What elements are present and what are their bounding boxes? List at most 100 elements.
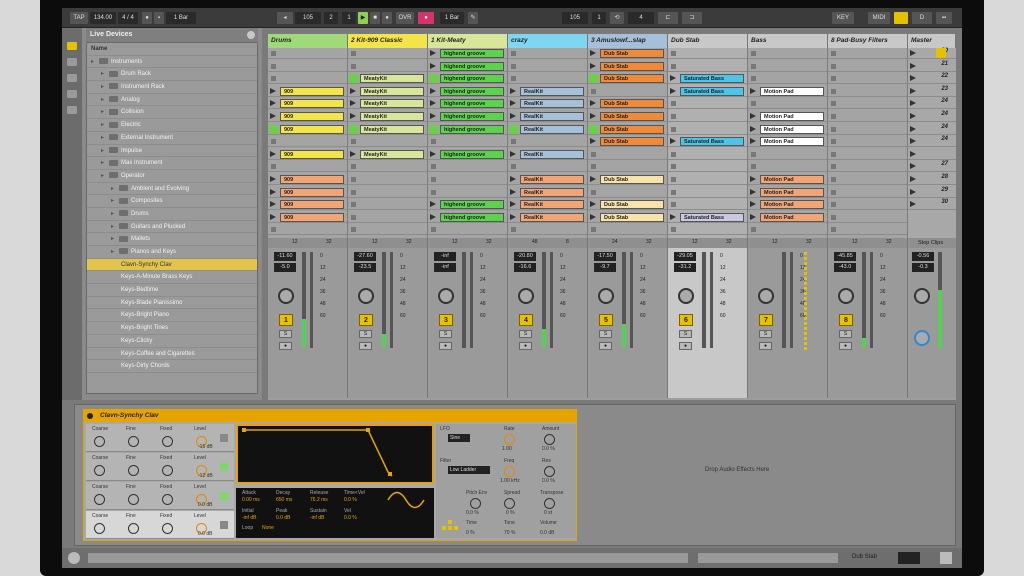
clip-slot[interactable]: Motion Pad: [748, 124, 827, 135]
clip-slot[interactable]: Saturated Bass: [668, 136, 747, 148]
browser-column-header[interactable]: Name: [87, 43, 257, 56]
clip-launch-icon[interactable]: [270, 176, 276, 182]
clip-stop-icon[interactable]: [271, 227, 276, 233]
osc-param-knob[interactable]: [128, 465, 139, 476]
clip-stop-icon[interactable]: [751, 63, 756, 69]
clip-slot[interactable]: [828, 48, 907, 59]
clip[interactable]: Saturated Bass: [680, 86, 744, 96]
clip-stop-icon[interactable]: [511, 139, 516, 145]
clip-launch-icon[interactable]: [270, 87, 276, 94]
master-header[interactable]: Master: [908, 34, 956, 48]
clip-stop-icon[interactable]: [671, 114, 676, 119]
solo-button[interactable]: S: [839, 330, 852, 338]
nudge-back-icon[interactable]: ◂: [277, 12, 293, 24]
clip[interactable]: 909: [280, 187, 344, 197]
clip-slot[interactable]: MeatyKit: [348, 86, 427, 97]
cue-volume-knob[interactable]: [914, 330, 930, 346]
clip-stop-icon[interactable]: [351, 139, 356, 145]
clip-slot[interactable]: Dub Stab: [588, 111, 667, 122]
clip-slot[interactable]: [428, 224, 507, 236]
position-sixteenth[interactable]: 1: [342, 12, 356, 24]
clip-slot[interactable]: [268, 161, 347, 173]
clip[interactable]: RealKit: [520, 99, 584, 109]
clip-slot[interactable]: MeatyKit: [348, 111, 427, 122]
clip-stop-icon[interactable]: [831, 139, 836, 145]
clip-launch-icon[interactable]: [430, 87, 436, 94]
clip-slot[interactable]: [828, 136, 907, 148]
clip-slot[interactable]: [348, 161, 427, 173]
scene-slot[interactable]: 22: [908, 73, 956, 85]
clip-slot[interactable]: Dub Stab: [588, 124, 667, 135]
clip-slot[interactable]: Motion Pad: [748, 136, 827, 148]
env-param-value[interactable]: -inf dB: [242, 515, 256, 521]
clip-stop-icon[interactable]: [831, 126, 836, 132]
loop-start-field[interactable]: 105: [562, 12, 588, 24]
clip-stop-icon[interactable]: [591, 151, 596, 157]
clip-stop-icon[interactable]: [671, 227, 676, 233]
scene-launch-icon[interactable]: [910, 50, 916, 56]
browser-item[interactable]: Keys-Dirty Chords: [87, 360, 257, 373]
clip-slot[interactable]: MeatyKit: [348, 149, 427, 160]
clip-stop-icon[interactable]: [511, 164, 516, 170]
clip-slot[interactable]: [588, 86, 667, 97]
volume-value[interactable]: -29.05: [674, 252, 696, 261]
arm-button[interactable]: ●: [759, 342, 772, 350]
clip[interactable]: Motion Pad: [760, 212, 824, 222]
clip-stop-icon[interactable]: [671, 126, 676, 132]
volume-value[interactable]: -45.85: [834, 252, 856, 261]
punch-out-icon[interactable]: ⊐: [682, 12, 702, 24]
clip[interactable]: Motion Pad: [760, 200, 824, 210]
solo-button[interactable]: S: [759, 330, 772, 338]
clip-launch-icon[interactable]: [590, 201, 596, 208]
clip-launch-icon[interactable]: [750, 201, 756, 208]
clip-slot[interactable]: [588, 149, 667, 160]
clip-slot[interactable]: RealKit: [508, 98, 587, 110]
stop-icon[interactable]: ■: [370, 12, 380, 24]
lfo-wave-select[interactable]: Sine: [448, 434, 470, 442]
clip-stop-icon[interactable]: [831, 151, 836, 157]
clip-slot[interactable]: 909: [268, 86, 347, 97]
plugins-icon[interactable]: [67, 58, 77, 66]
clip-launch-icon[interactable]: [670, 138, 676, 145]
lfo-rate-knob[interactable]: [504, 434, 515, 445]
clip-stop-icon[interactable]: [351, 63, 356, 69]
volume-value[interactable]: -27.60: [354, 252, 376, 261]
clip-slot[interactable]: Motion Pad: [748, 86, 827, 97]
scene-slot[interactable]: 28: [908, 174, 956, 185]
clip-slot[interactable]: [428, 136, 507, 148]
clip-slot[interactable]: RealKit: [508, 111, 587, 122]
volume-value[interactable]: -inf: [434, 252, 456, 261]
clip-launch-icon[interactable]: [350, 150, 356, 157]
clip[interactable]: highend groove: [440, 99, 504, 109]
clip-stop-icon[interactable]: [751, 101, 756, 107]
loop-length-field[interactable]: 4: [628, 12, 654, 24]
clip[interactable]: 909: [280, 124, 344, 134]
clip[interactable]: Dub Stab: [600, 200, 664, 210]
osc-param-knob[interactable]: [162, 523, 173, 534]
clip-stop-icon[interactable]: [351, 189, 356, 195]
clip-slot[interactable]: [428, 174, 507, 185]
stop-clips-button[interactable]: Stop Clips: [908, 240, 943, 246]
clip[interactable]: Dub Stab: [600, 99, 664, 109]
clip-slot[interactable]: [748, 73, 827, 85]
clip[interactable]: Saturated Bass: [680, 212, 744, 222]
osc-param-knob[interactable]: [94, 494, 105, 505]
pan-knob[interactable]: [358, 288, 374, 304]
browser-item[interactable]: ▸ Composites: [87, 195, 257, 208]
scene-slot[interactable]: 30: [908, 199, 956, 211]
clip-slot[interactable]: [508, 161, 587, 173]
oscillator-row[interactable]: Coarse Fine Fixed Level -12 dB: [86, 453, 234, 481]
clip-stop-icon[interactable]: [591, 88, 596, 94]
clip[interactable]: RealKit: [520, 212, 584, 222]
clip-slot[interactable]: [668, 174, 747, 185]
oscillator-row[interactable]: Coarse Fine Fixed Level -15 dB: [86, 424, 234, 452]
scene-launch-icon[interactable]: [910, 87, 916, 94]
clip-slot[interactable]: [828, 187, 907, 198]
clip-stop-icon[interactable]: [751, 227, 756, 233]
arm-button[interactable]: ●: [839, 342, 852, 350]
view-toggle-icon[interactable]: [936, 48, 946, 58]
clip-launch-icon[interactable]: [430, 50, 436, 56]
scene-launch-icon[interactable]: [910, 113, 916, 119]
clip[interactable]: RealKit: [520, 124, 584, 134]
metronome-icon[interactable]: ●: [142, 12, 152, 24]
